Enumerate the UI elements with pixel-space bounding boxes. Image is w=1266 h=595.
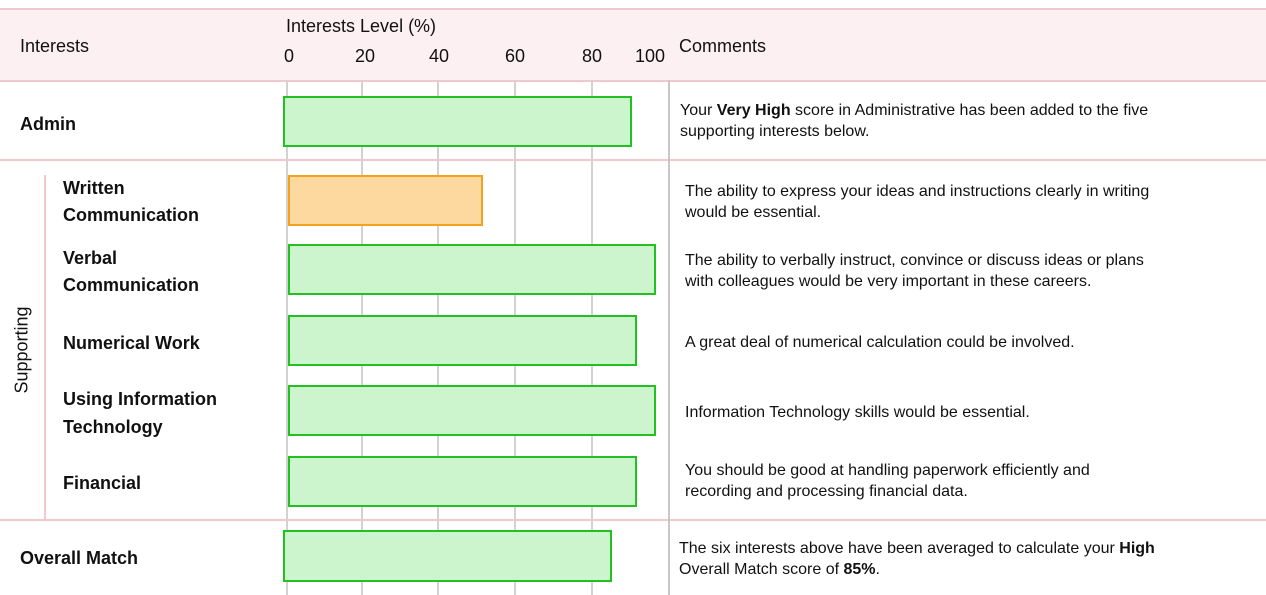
- bar-using-information-technology: [288, 385, 656, 436]
- row-label-written-1: Written: [63, 178, 125, 198]
- tick-label: 40: [428, 46, 450, 66]
- comment-text: would be essential.: [685, 204, 822, 221]
- row-label-admin: Admin: [20, 114, 76, 134]
- comment-text: .: [875, 561, 880, 578]
- interests-header: Interests: [20, 36, 90, 56]
- row-label-it-1: Using Information: [63, 389, 217, 409]
- bar-overall-match: [283, 530, 612, 582]
- comment-financial: You should be good at handling paperwork…: [685, 460, 1090, 502]
- comment-overall: The six interests above have been averag…: [679, 538, 1155, 580]
- tick-label: 80: [581, 46, 603, 66]
- comment-text: Overall Match score of: [679, 561, 844, 578]
- comment-text: A great deal of numerical calculation co…: [685, 334, 1075, 351]
- row-divider: [0, 159, 1266, 161]
- supporting-bracket: [44, 175, 46, 519]
- row-label-financial: Financial: [63, 473, 142, 493]
- tick-label: 0: [283, 46, 295, 66]
- comment-text: The ability to verbally instruct, convin…: [685, 252, 1144, 269]
- row-label-it-2: Technology: [63, 417, 163, 437]
- tick-label: 100: [634, 46, 666, 66]
- row-divider: [0, 519, 1266, 521]
- comment-text: supporting interests below.: [680, 123, 870, 140]
- comment-text: recording and processing financial data.: [685, 483, 968, 500]
- supporting-label: Supporting: [11, 306, 32, 394]
- score-level: High: [1119, 540, 1155, 557]
- comment-text: The ability to express your ideas and in…: [685, 183, 1150, 200]
- row-label-verbal-2: Communication: [63, 275, 200, 295]
- comment-text: score in Administrative has been added t…: [790, 102, 1149, 119]
- header-band: [0, 8, 1266, 82]
- row-label-written-2: Communication: [63, 205, 200, 225]
- bar-numerical-work: [288, 315, 637, 366]
- column-divider: [668, 80, 670, 595]
- tick-label: 60: [504, 46, 526, 66]
- comment-text: The six interests above have been averag…: [679, 540, 1120, 557]
- comment-verbal: The ability to verbally instruct, convin…: [685, 250, 1144, 292]
- bar-admin: [283, 96, 632, 147]
- row-label-verbal-1: Verbal: [63, 248, 118, 268]
- score-level: Very High: [716, 102, 791, 119]
- overall-score: 85%: [843, 561, 876, 578]
- comment-text: Your: [680, 102, 717, 119]
- comment-admin: Your Very High score in Administrative h…: [680, 100, 1148, 142]
- comment-text: with colleagues would be very important …: [685, 273, 1092, 290]
- comment-written: The ability to express your ideas and in…: [685, 181, 1149, 223]
- comment-numerical: A great deal of numerical calculation co…: [685, 332, 1075, 353]
- comment-text: You should be good at handling paperwork…: [685, 462, 1090, 479]
- bar-financial: [288, 456, 637, 507]
- bar-written-communication: [288, 175, 483, 226]
- row-label-overall: Overall Match: [20, 548, 139, 568]
- bar-verbal-communication: [288, 244, 656, 295]
- comment-it: Information Technology skills would be e…: [685, 402, 1030, 423]
- row-label-numerical: Numerical Work: [63, 333, 200, 353]
- axis-title: Interests Level (%): [286, 16, 437, 36]
- comments-header: Comments: [679, 36, 767, 56]
- comment-text: Information Technology skills would be e…: [685, 404, 1030, 421]
- tick-label: 20: [354, 46, 376, 66]
